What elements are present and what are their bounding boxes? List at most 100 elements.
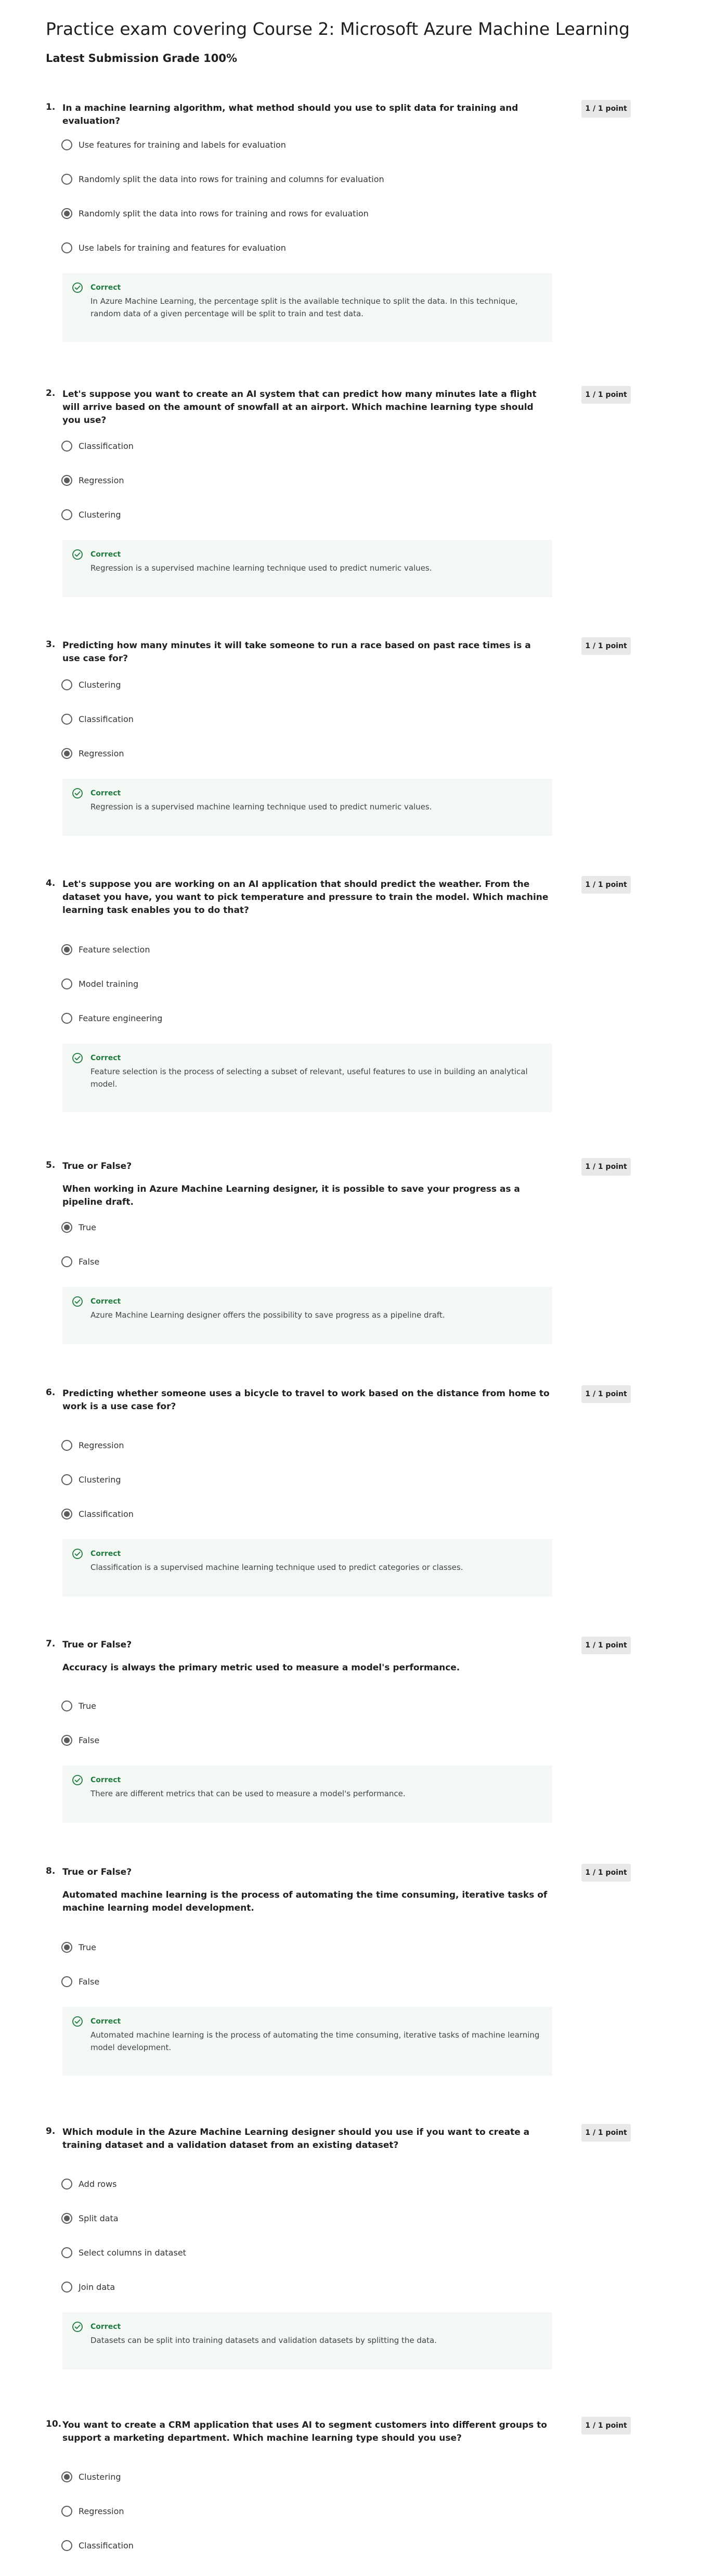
answer-option[interactable]: Regression xyxy=(61,745,124,761)
check-circle-icon xyxy=(72,1052,83,1064)
points-badge: 1 / 1 point xyxy=(581,1637,631,1654)
radio-selected-icon[interactable] xyxy=(61,1941,72,1953)
question-number: 3. xyxy=(46,639,56,650)
feedback-box: Correct Feature selection is the process … xyxy=(62,1044,552,1112)
answer-option[interactable]: Regression xyxy=(61,2503,124,2519)
radio-unselected-icon[interactable] xyxy=(61,2178,72,2189)
answer-option-label: Regression xyxy=(79,748,124,758)
answer-option-label: Join data xyxy=(79,2282,115,2292)
answer-option-label: Select columns in dataset xyxy=(79,2247,186,2258)
radio-selected-icon[interactable] xyxy=(61,474,72,486)
radio-unselected-icon[interactable] xyxy=(61,2505,72,2517)
radio-unselected-icon[interactable] xyxy=(61,440,72,452)
answer-option-label: False xyxy=(79,1735,100,1745)
answer-option[interactable]: Add rows xyxy=(61,2176,117,2192)
question-statement: Accuracy is always the primary metric us… xyxy=(62,1663,460,1673)
radio-selected-icon[interactable] xyxy=(61,1734,72,1746)
answer-option[interactable]: Clustering xyxy=(61,507,121,522)
feedback-status: Correct xyxy=(90,1776,121,1784)
answer-option[interactable]: Model training xyxy=(61,976,138,991)
radio-unselected-icon[interactable] xyxy=(61,1256,72,1267)
answer-option-label: Feature engineering xyxy=(79,1013,163,1023)
answer-option-label: Split data xyxy=(79,2213,119,2223)
radio-selected-icon[interactable] xyxy=(61,2471,72,2482)
feedback-status: Correct xyxy=(90,2323,121,2331)
points-badge: 1 / 1 point xyxy=(581,876,631,894)
points-badge: 1 / 1 point xyxy=(581,100,631,118)
radio-selected-icon[interactable] xyxy=(61,1221,72,1233)
radio-unselected-icon[interactable] xyxy=(61,2281,72,2292)
answer-option[interactable]: Feature engineering xyxy=(61,1010,162,1026)
radio-unselected-icon[interactable] xyxy=(61,1700,72,1711)
answer-option-label: Use labels for training and features for… xyxy=(79,242,286,253)
feedback-status: Correct xyxy=(90,789,121,797)
feedback-explanation: Classification is a supervised machine l… xyxy=(90,1563,463,1572)
radio-unselected-icon[interactable] xyxy=(61,679,72,690)
radio-unselected-icon[interactable] xyxy=(61,1474,72,1485)
feedback-status: Correct xyxy=(90,1297,121,1306)
answer-option[interactable]: Clustering xyxy=(61,677,121,692)
feedback-box: Correct Classification is a supervised ma… xyxy=(62,1539,552,1596)
answer-option[interactable]: Select columns in dataset xyxy=(61,2245,186,2260)
answer-option[interactable]: False xyxy=(61,1254,99,1269)
check-circle-icon xyxy=(72,2321,83,2333)
question-number: 1. xyxy=(46,102,56,112)
question-text: Let's suppose you are working on an AI a… xyxy=(62,879,549,916)
radio-selected-icon[interactable] xyxy=(61,208,72,219)
answer-option-label: Classification xyxy=(79,441,134,451)
answer-option[interactable]: Regression xyxy=(61,472,124,488)
answer-option[interactable]: Classification xyxy=(61,711,134,727)
feedback-explanation: Datasets can be split into training data… xyxy=(90,2336,437,2345)
radio-selected-icon[interactable] xyxy=(61,2212,72,2224)
answer-option[interactable]: True xyxy=(61,1698,96,1714)
points-badge: 1 / 1 point xyxy=(581,1158,631,1176)
points-badge: 1 / 1 point xyxy=(581,1864,631,1882)
radio-unselected-icon[interactable] xyxy=(61,242,72,253)
radio-unselected-icon[interactable] xyxy=(61,509,72,520)
answer-option[interactable]: Classification xyxy=(61,2538,134,2553)
answer-option-label: True xyxy=(79,1701,96,1711)
answer-option[interactable]: Randomly split the data into rows for tr… xyxy=(61,171,384,187)
radio-unselected-icon[interactable] xyxy=(61,2540,72,2551)
radio-unselected-icon[interactable] xyxy=(61,139,72,150)
answer-option-label: True xyxy=(79,1222,96,1232)
answer-option[interactable]: Randomly split the data into rows for tr… xyxy=(61,205,369,221)
feedback-box: Correct Azure Machine Learning designer o… xyxy=(62,1287,552,1344)
feedback-box: Correct Datasets can be split into traini… xyxy=(62,2312,552,2369)
radio-unselected-icon[interactable] xyxy=(61,713,72,725)
answer-option[interactable]: Regression xyxy=(61,1437,124,1453)
radio-unselected-icon[interactable] xyxy=(61,173,72,185)
answer-option[interactable]: Use features for training and labels for… xyxy=(61,137,286,152)
radio-unselected-icon[interactable] xyxy=(61,1012,72,1024)
radio-selected-icon[interactable] xyxy=(61,944,72,955)
radio-unselected-icon[interactable] xyxy=(61,1976,72,1987)
answer-option[interactable]: False xyxy=(61,1974,99,1989)
answer-option[interactable]: False xyxy=(61,1732,99,1748)
feedback-box: Correct Automated machine learning is the… xyxy=(62,2007,552,2076)
answer-option[interactable]: Clustering xyxy=(61,1472,121,1487)
check-circle-icon xyxy=(72,2016,83,2027)
radio-unselected-icon[interactable] xyxy=(61,978,72,989)
answer-option[interactable]: Clustering xyxy=(61,2469,121,2484)
feedback-box: Correct There are different metrics that … xyxy=(62,1766,552,1823)
question-text: Let's suppose you want to create an AI s… xyxy=(62,389,537,426)
radio-selected-icon[interactable] xyxy=(61,1508,72,1519)
radio-selected-icon[interactable] xyxy=(61,748,72,759)
answer-option[interactable]: Classification xyxy=(61,438,134,454)
answer-option-label: Classification xyxy=(79,714,134,724)
radio-unselected-icon[interactable] xyxy=(61,1439,72,1451)
answer-option-label: Clustering xyxy=(79,1474,121,1485)
answer-option-label: Regression xyxy=(79,475,124,485)
grade-summary: Latest Submission Grade 100% xyxy=(46,52,237,65)
answer-option[interactable]: Join data xyxy=(61,2279,115,2295)
answer-option[interactable]: Use labels for training and features for… xyxy=(61,240,286,255)
radio-unselected-icon[interactable] xyxy=(61,2247,72,2258)
answer-option[interactable]: True xyxy=(61,1219,96,1235)
answer-option[interactable]: Split data xyxy=(61,2210,119,2226)
answer-option-label: Classification xyxy=(79,2540,134,2551)
points-badge: 1 / 1 point xyxy=(581,1385,631,1403)
answer-option[interactable]: True xyxy=(61,1939,96,1955)
answer-option[interactable]: Feature selection xyxy=(61,942,150,957)
answer-option-label: Clustering xyxy=(79,2471,121,2482)
answer-option[interactable]: Classification xyxy=(61,1506,134,1522)
